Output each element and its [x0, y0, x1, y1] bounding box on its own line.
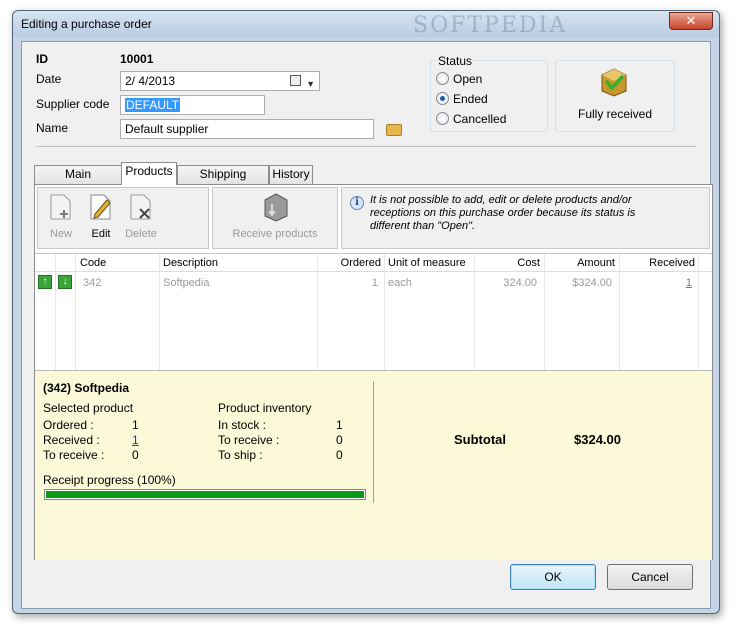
date-label: Date: [36, 72, 62, 86]
status-cancelled-label[interactable]: Cancelled: [453, 112, 506, 126]
supplier-code-input[interactable]: DEFAULT: [120, 95, 265, 115]
product-summary-panel: (342) Softpedia Selected product Ordered…: [35, 370, 712, 560]
delete-document-icon: [130, 194, 151, 220]
name-label: Name: [36, 121, 69, 135]
tab-products[interactable]: Products: [121, 162, 177, 185]
column-header-code[interactable]: Code: [80, 257, 106, 269]
info-icon: i: [350, 196, 364, 210]
chevron-down-icon[interactable]: ▼: [306, 75, 315, 93]
supplier-name-input[interactable]: Default supplier: [120, 119, 374, 139]
fully-received-label: Fully received: [577, 107, 653, 121]
supplier-code-value: DEFAULT: [125, 98, 181, 112]
inventory-to-receive-label: To receive :: [218, 433, 280, 447]
tab-history[interactable]: History: [269, 165, 313, 184]
column-header-cost[interactable]: Cost: [474, 257, 540, 269]
in-stock-value: 1: [336, 418, 343, 432]
package-check-icon: [601, 68, 627, 97]
delete-button[interactable]: Delete: [121, 228, 161, 240]
id-value: 10001: [120, 52, 154, 66]
close-button[interactable]: ✕: [669, 12, 713, 30]
receive-package-icon: [264, 193, 288, 222]
calendar-icon[interactable]: [290, 75, 301, 86]
purchase-order-dialog: Editing a purchase order SOFTPEDIA ✕ ID …: [12, 10, 720, 614]
title-bar[interactable]: Editing a purchase order SOFTPEDIA ✕: [13, 11, 719, 38]
subtotal-value: $324.00: [574, 432, 621, 447]
product-toolbar: New Edit Delete: [37, 187, 209, 249]
received-value-link[interactable]: 1: [132, 433, 139, 447]
edit-pencil-icon: [90, 194, 111, 220]
info-message: It is not possible to add, edit or delet…: [370, 194, 636, 232]
ordered-value: 1: [132, 418, 139, 432]
subtotal-label: Subtotal: [454, 432, 506, 447]
header-separator: [36, 146, 696, 147]
row-received-link[interactable]: 1: [619, 277, 692, 289]
status-ended-radio[interactable]: [436, 92, 449, 105]
date-value: 2/ 4/2013: [125, 74, 176, 88]
column-header-amount[interactable]: Amount: [544, 257, 615, 269]
arrow-up-icon[interactable]: ↑: [38, 275, 52, 289]
row-code: 342: [83, 277, 102, 289]
row-cost: 324.00: [503, 277, 537, 289]
info-message-box: i It is not possible to add, edit or del…: [341, 187, 710, 249]
ok-button[interactable]: OK: [510, 564, 596, 590]
summary-product-title: (342) Softpedia: [43, 381, 130, 395]
tab-main-information[interactable]: Main information: [34, 165, 122, 198]
status-cancelled-radio[interactable]: [436, 112, 449, 125]
supplier-code-label: Supplier code: [36, 97, 110, 111]
column-header-received[interactable]: Received: [619, 257, 695, 269]
status-ended-label[interactable]: Ended: [453, 92, 488, 106]
window-title: Editing a purchase order: [21, 17, 152, 31]
to-ship-value: 0: [336, 448, 343, 462]
summary-divider: [373, 381, 374, 503]
product-inventory-label: Product inventory: [218, 401, 312, 415]
new-button[interactable]: New: [41, 228, 81, 240]
to-ship-label: To ship :: [218, 448, 263, 462]
column-header-ordered[interactable]: Ordered: [317, 257, 381, 269]
in-stock-label: In stock :: [218, 418, 267, 432]
column-header-description[interactable]: Description: [163, 257, 218, 269]
cancel-button[interactable]: Cancel: [607, 564, 693, 590]
to-receive-label: To receive :: [43, 448, 105, 462]
received-badge: Fully received: [555, 60, 675, 132]
receive-toolbar: Receive products: [212, 187, 338, 249]
dialog-client-area: ID 10001 Date 2/ 4/2013 ▼ Supplier code …: [21, 41, 713, 609]
ordered-label: Ordered :: [43, 418, 94, 432]
column-header-unit[interactable]: Unit of measure: [388, 257, 466, 269]
selected-product-label: Selected product: [43, 401, 134, 415]
row-unit: each: [388, 277, 412, 289]
received-label: Received :: [43, 433, 100, 447]
arrow-down-icon[interactable]: ↓: [58, 275, 72, 289]
to-receive-value: 0: [132, 448, 139, 462]
products-tab-panel: New Edit Delete Receive products i It is…: [34, 184, 713, 560]
watermark-logo: SOFTPEDIA: [413, 13, 568, 38]
inventory-to-receive-value: 0: [336, 433, 343, 447]
row-amount: $324.00: [572, 277, 612, 289]
new-document-icon: [50, 194, 71, 220]
id-label: ID: [36, 52, 48, 66]
status-open-radio[interactable]: [436, 72, 449, 85]
tab-shipping-address[interactable]: Shipping address: [177, 165, 269, 198]
edit-button[interactable]: Edit: [81, 228, 121, 240]
row-description: Softpedia: [163, 277, 210, 289]
receive-products-button[interactable]: Receive products: [213, 228, 337, 240]
status-open-label[interactable]: Open: [453, 72, 482, 86]
receipt-progress-label: Receipt progress (100%): [43, 473, 176, 487]
date-picker[interactable]: 2/ 4/2013 ▼: [120, 71, 320, 91]
status-label: Status: [436, 54, 475, 68]
row-ordered: 1: [371, 277, 378, 289]
receipt-progress-bar: [44, 489, 366, 500]
receipt-progress-fill: [46, 491, 364, 498]
supplier-name-value: Default supplier: [125, 122, 209, 136]
folder-open-icon[interactable]: [386, 124, 402, 136]
